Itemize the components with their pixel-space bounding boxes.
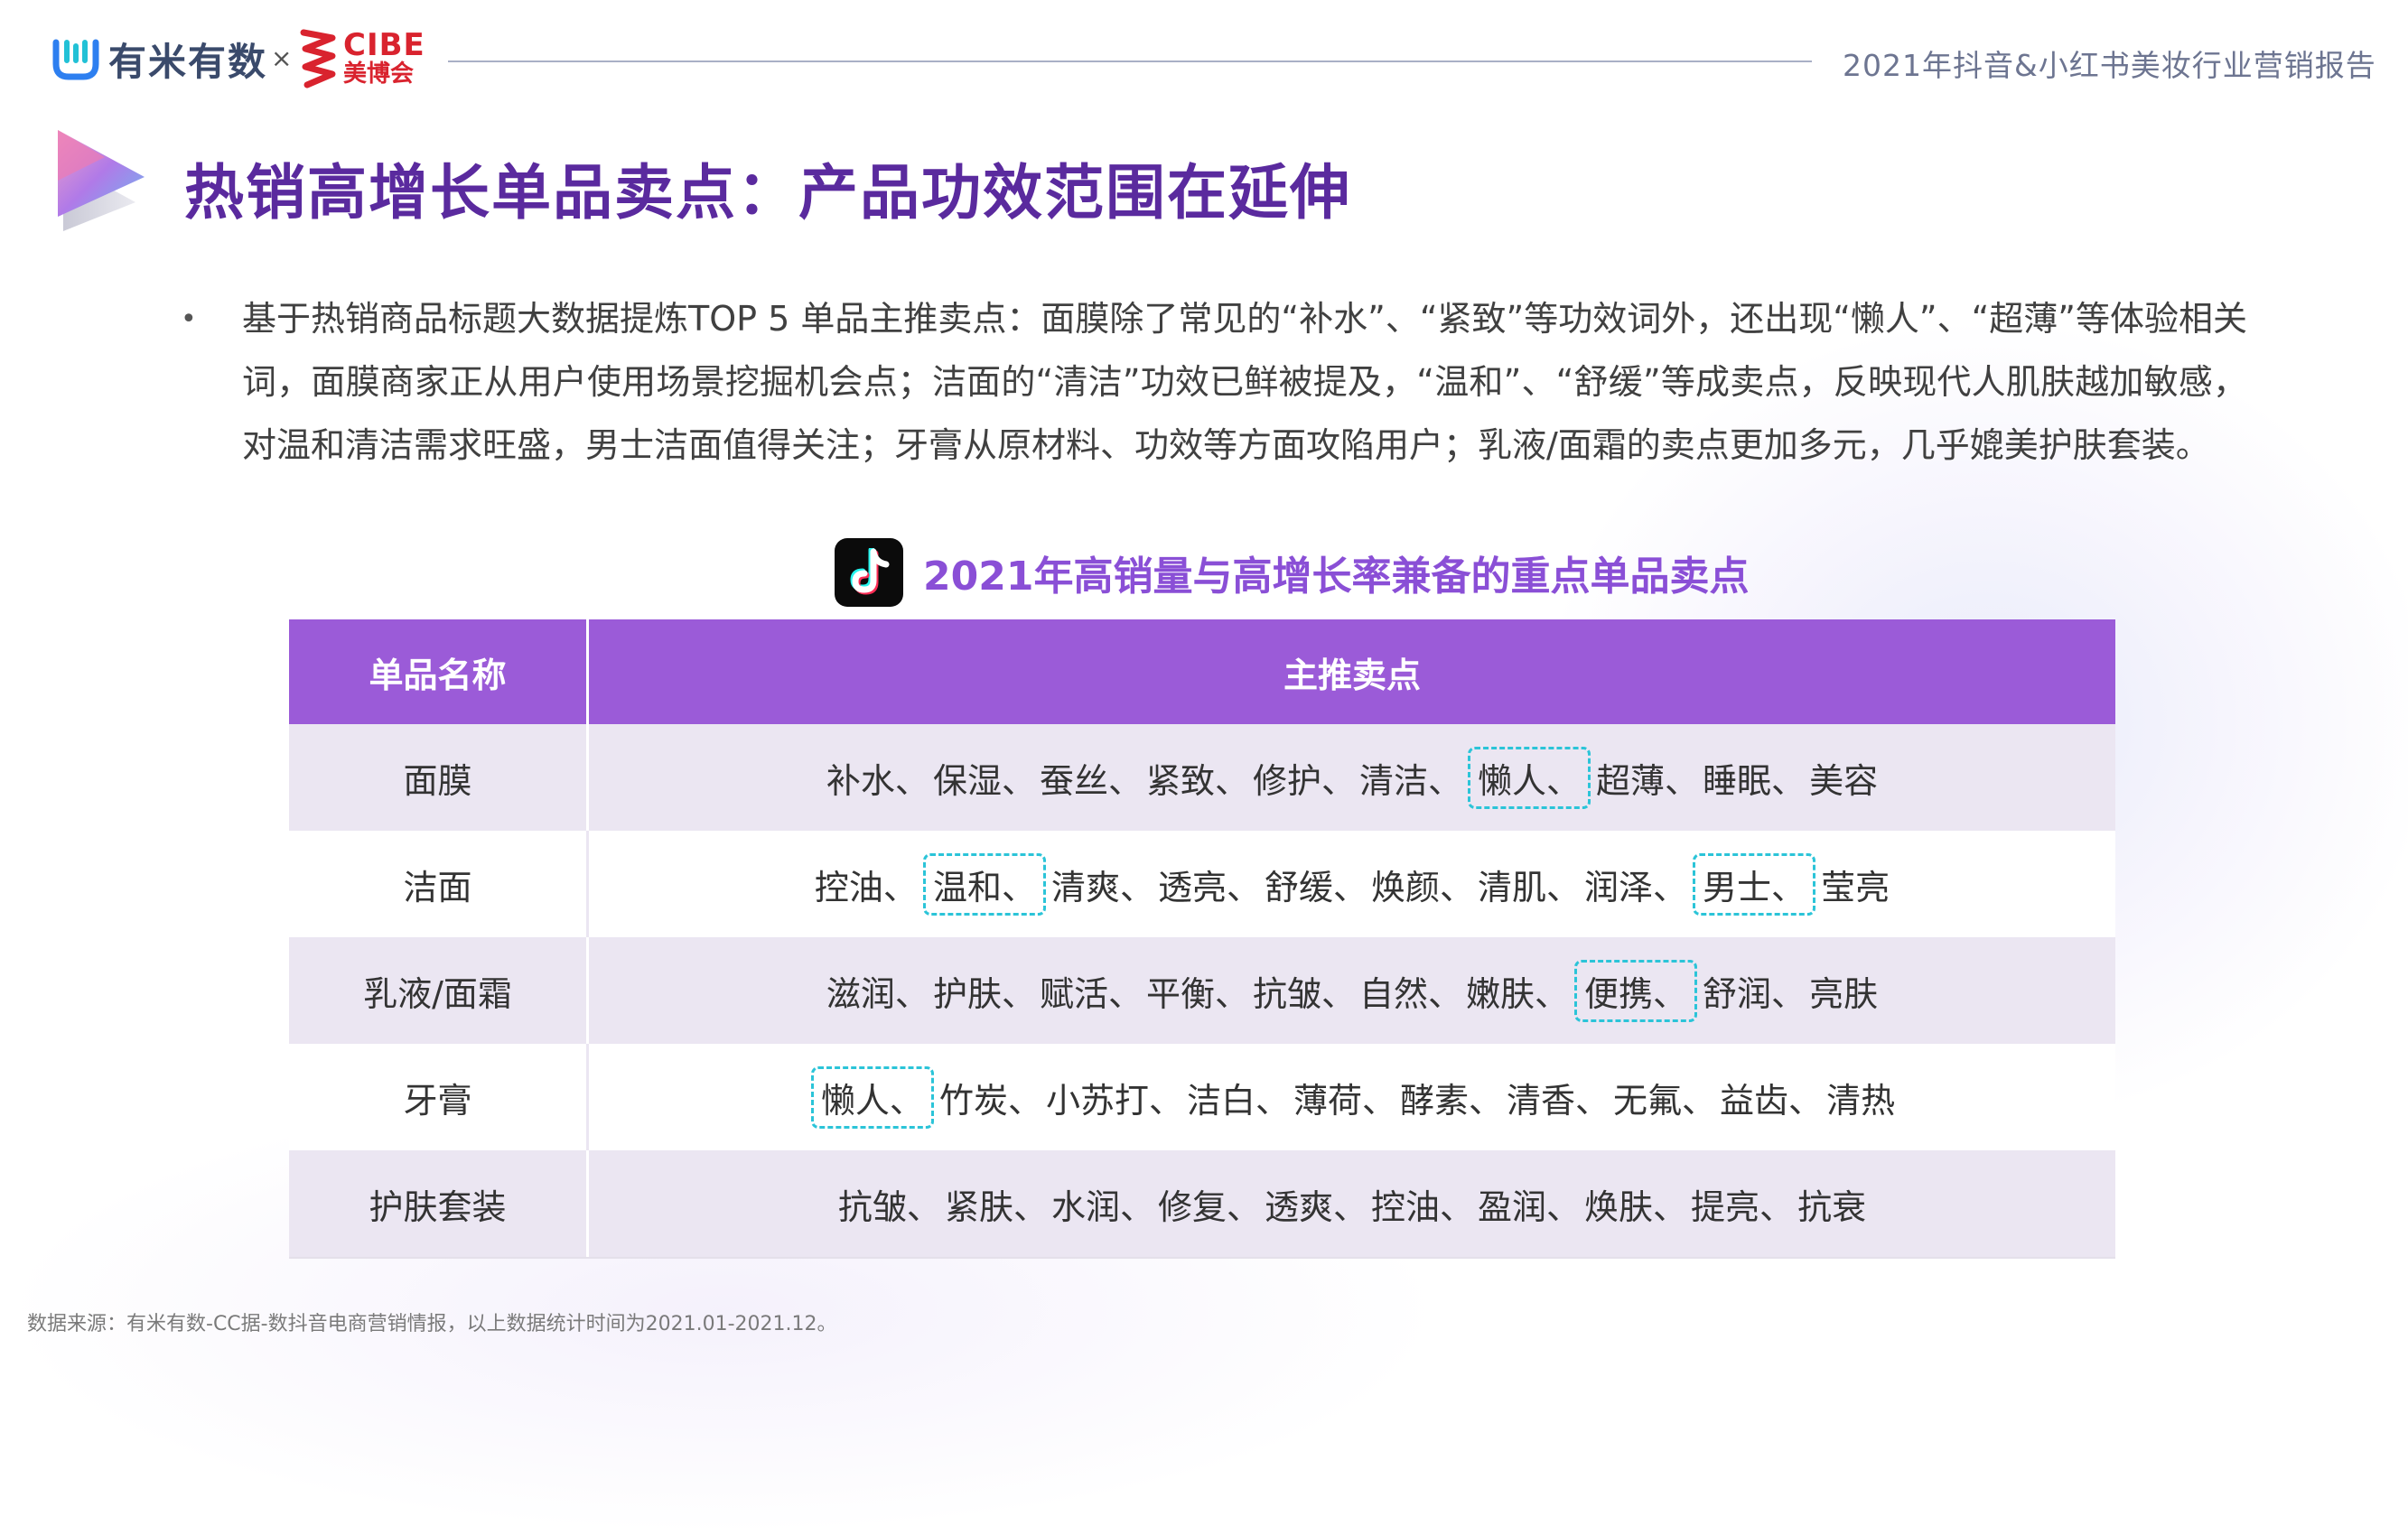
selling-point: 紧致、 — [1145, 760, 1249, 801]
header: 有米有数 × CIBE 美博会 2021年抖音&小红书美妆行业营销报告 — [0, 0, 2408, 108]
selling-point: 舒润、 — [1703, 973, 1806, 1014]
cibe-logo-text-cn: 美博会 — [343, 60, 415, 88]
selling-point: 自然、 — [1359, 973, 1463, 1014]
selling-point: 修护、 — [1252, 760, 1356, 801]
selling-point: 透亮、 — [1157, 867, 1261, 907]
product-name-cell: 面膜 — [289, 724, 589, 831]
selling-point: 清香、 — [1507, 1080, 1610, 1121]
selling-point: 睡眠、 — [1703, 760, 1806, 801]
header-divider — [448, 60, 1812, 62]
selling-point: 无氟、 — [1613, 1080, 1717, 1121]
bullet-dot: • — [181, 303, 197, 335]
selling-points-list: 懒人、 竹炭、 小苏打、 洁白、 薄荷、 酵素、 清香、 无氟、 益齿、 清热 — [807, 1065, 1897, 1129]
selling-points-cell: 懒人、 竹炭、 小苏打、 洁白、 薄荷、 酵素、 清香、 无氟、 益齿、 清热 — [589, 1044, 2115, 1150]
page-title: 热销高增长单品卖点：产品功效范围在延伸 — [184, 158, 1351, 228]
selling-point: 抗衰 — [1797, 1186, 1867, 1227]
table-caption: 2021年高销量与高增长率兼备的重点单品卖点 — [835, 538, 1749, 607]
highlighted-selling-point: 懒人、 — [810, 1065, 934, 1129]
tiktok-icon — [835, 538, 903, 607]
table-row: 乳液/面霜 滋润、 护肤、 赋活、 平衡、 抗皱、 自然、 嫩肤、 便携、 舒润、 亮肤 — [289, 937, 2115, 1044]
caption-text: 2021年高销量与高增长率兼备的重点单品卖点 — [923, 554, 1750, 600]
selling-point: 提亮、 — [1691, 1186, 1795, 1227]
selling-points-list: 补水、 保湿、 蚕丝、 紧致、 修护、 清洁、 懒人、 超薄、 睡眠、 美容 — [825, 746, 1880, 809]
selling-point: 盈润、 — [1478, 1186, 1582, 1227]
selling-points-cell: 控油、 温和、 清爽、 透亮、 舒缓、 焕颜、 清肌、 润泽、 男士、 莹亮 — [589, 831, 2115, 937]
selling-point: 抗皱、 — [837, 1186, 941, 1227]
selling-point: 薄荷、 — [1293, 1080, 1396, 1121]
report-title: 2021年抖音&小红书美妆行业营销报告 — [1843, 48, 2376, 83]
selling-points-cell: 抗皱、 紧肤、 水润、 修复、 透爽、 控油、 盈润、 焕肤、 提亮、 抗衰 — [589, 1150, 2115, 1257]
selling-points-list: 滋润、 护肤、 赋活、 平衡、 抗皱、 自然、 嫩肤、 便携、 舒润、 亮肤 — [825, 959, 1880, 1022]
youmi-logo: 有米有数 — [51, 27, 267, 90]
selling-point: 益齿、 — [1720, 1080, 1824, 1121]
selling-point: 清爽、 — [1050, 867, 1154, 907]
selling-point: 小苏打、 — [1045, 1080, 1183, 1121]
selling-point: 蚕丝、 — [1039, 760, 1143, 801]
youmi-logo-text: 有米有数 — [108, 39, 268, 84]
selling-point: 保湿、 — [932, 760, 1036, 801]
table-header-row: 单品名称 主推卖点 — [289, 619, 2115, 724]
highlighted-selling-point: 温和、 — [922, 852, 1046, 916]
selling-points-cell: 滋润、 护肤、 赋活、 平衡、 抗皱、 自然、 嫩肤、 便携、 舒润、 亮肤 — [589, 937, 2115, 1044]
selling-point: 控油、 — [1371, 1186, 1475, 1227]
selling-point: 竹炭、 — [938, 1080, 1042, 1121]
body-paragraph: 基于热销商品标题大数据提炼TOP 5 单品主推卖点：面膜除了常见的“补水”、“紧… — [242, 299, 2247, 465]
table-body: 面膜 补水、 保湿、 蚕丝、 紧致、 修护、 清洁、 懒人、 超薄、 睡眠、 美容 洁面 控油、 温和、清… — [289, 724, 2115, 1257]
table-row: 面膜 补水、 保湿、 蚕丝、 紧致、 修护、 清洁、 懒人、 超薄、 睡眠、 美容 — [289, 724, 2115, 831]
selling-point: 嫩肤、 — [1466, 973, 1570, 1014]
selling-points-cell: 补水、 保湿、 蚕丝、 紧致、 修护、 清洁、 懒人、 超薄、 睡眠、 美容 — [589, 724, 2115, 831]
selling-point: 清洁、 — [1359, 760, 1463, 801]
selling-point: 润泽、 — [1584, 867, 1688, 907]
selling-point: 透爽、 — [1264, 1186, 1367, 1227]
table-row: 牙膏 懒人、 竹炭、 小苏打、 洁白、 薄荷、 酵素、 清香、 无氟、 益齿、 清热 — [289, 1044, 2115, 1150]
selling-point: 护肤、 — [932, 973, 1036, 1014]
cibe-logo-icon — [300, 29, 336, 88]
selling-points-list: 控油、 温和、 清爽、 透亮、 舒缓、 焕颜、 清肌、 润泽、 男士、 莹亮 — [813, 852, 1891, 916]
data-source-note: 数据来源：有米有数-CC据-数抖音电商营销情报，以上数据统计时间为2021.01… — [27, 1313, 837, 1335]
selling-point: 控油、 — [814, 867, 918, 907]
highlighted-selling-point: 男士、 — [1693, 852, 1816, 916]
highlighted-selling-point: 便携、 — [1574, 959, 1698, 1022]
selling-point: 水润、 — [1050, 1186, 1154, 1227]
selling-point: 修复、 — [1157, 1186, 1261, 1227]
header-selling-points: 主推卖点 — [1283, 655, 1421, 695]
selling-point: 超薄、 — [1596, 760, 1700, 801]
selling-point: 紧肤、 — [944, 1186, 1048, 1227]
product-name-cell: 护肤套装 — [289, 1150, 589, 1257]
times-sign: × — [271, 43, 293, 73]
selling-point: 舒缓、 — [1264, 867, 1367, 907]
product-name-cell: 乳液/面霜 — [289, 937, 589, 1044]
selling-point: 洁白、 — [1186, 1080, 1290, 1121]
selling-point: 清热 — [1826, 1080, 1896, 1121]
highlighted-selling-point: 懒人、 — [1468, 746, 1591, 809]
cibe-logo-text: CIBE 美博会 — [343, 30, 425, 86]
product-name-cell: 洁面 — [289, 831, 589, 937]
youmi-logo-icon — [52, 39, 99, 80]
table-bottom-border — [289, 1257, 2115, 1259]
selling-point: 赋活、 — [1039, 973, 1143, 1014]
selling-point: 美容 — [1809, 760, 1879, 801]
selling-point: 莹亮 — [1821, 867, 1890, 907]
table-row: 护肤套装 抗皱、 紧肤、 水润、 修复、 透爽、 控油、 盈润、 焕肤、 提亮、 抗衰 — [289, 1150, 2115, 1257]
product-name-cell: 牙膏 — [289, 1044, 589, 1150]
play-triangle-icon — [58, 130, 145, 231]
selling-points-table: 单品名称 主推卖点 面膜 补水、 保湿、 蚕丝、 紧致、 修护、 清洁、 懒人、 超薄、 睡眠、美… — [289, 619, 2115, 1259]
selling-point: 抗皱、 — [1252, 973, 1356, 1014]
selling-point: 焕肤、 — [1584, 1186, 1688, 1227]
selling-points-list: 抗皱、 紧肤、 水润、 修复、 透爽、 控油、 盈润、 焕肤、 提亮、 抗衰 — [836, 1179, 1868, 1229]
selling-point: 补水、 — [826, 760, 929, 801]
cibe-logo-text-en: CIBE — [343, 27, 425, 63]
selling-point: 滋润、 — [826, 973, 929, 1014]
selling-point: 亮肤 — [1809, 973, 1879, 1014]
selling-point: 酵素、 — [1400, 1080, 1504, 1121]
cibe-logo: CIBE 美博会 — [298, 23, 425, 92]
selling-point: 清肌、 — [1478, 867, 1582, 907]
selling-point: 焕颜、 — [1371, 867, 1475, 907]
table-row: 洁面 控油、 温和、 清爽、 透亮、 舒缓、 焕颜、 清肌、 润泽、 男士、 莹亮 — [289, 831, 2115, 937]
selling-point: 平衡、 — [1145, 973, 1249, 1014]
header-product-name: 单品名称 — [289, 619, 589, 724]
